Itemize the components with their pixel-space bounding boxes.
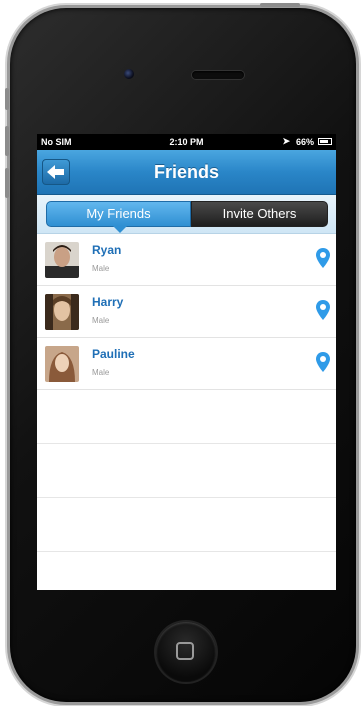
avatar bbox=[45, 294, 79, 330]
location-pin-icon[interactable] bbox=[316, 248, 330, 268]
friend-name: Pauline bbox=[92, 347, 135, 361]
navigation-bar: Friends bbox=[37, 150, 336, 195]
volume-down-button bbox=[5, 168, 9, 198]
list-item[interactable]: Pauline Male bbox=[37, 338, 336, 390]
list-item[interactable]: Harry Male bbox=[37, 286, 336, 338]
avatar bbox=[45, 346, 79, 382]
location-pin-icon[interactable] bbox=[316, 352, 330, 372]
front-camera bbox=[124, 69, 134, 79]
friend-name: Harry bbox=[92, 295, 124, 309]
home-square-icon bbox=[176, 642, 194, 660]
battery-icon bbox=[318, 138, 332, 145]
friend-gender: Male bbox=[92, 368, 110, 377]
status-bar: No SIM 2:10 PM ➤ 66% bbox=[37, 134, 336, 150]
empty-row bbox=[37, 390, 336, 444]
mute-switch bbox=[5, 88, 9, 110]
sleep-button bbox=[260, 3, 300, 7]
friends-list: Ryan Male Harry Male Pauline Male bbox=[37, 234, 336, 552]
screen: No SIM 2:10 PM ➤ 66% Friends My Friends … bbox=[37, 134, 336, 590]
list-item[interactable]: Ryan Male bbox=[37, 234, 336, 286]
avatar bbox=[45, 242, 79, 278]
home-button[interactable] bbox=[156, 622, 216, 682]
page-title: Friends bbox=[153, 162, 219, 182]
friend-gender: Male bbox=[92, 264, 110, 273]
empty-row bbox=[37, 498, 336, 552]
tab-invite-others[interactable]: Invite Others bbox=[191, 201, 328, 227]
volume-up-button bbox=[5, 126, 9, 156]
segmented-control: My Friends Invite Others bbox=[37, 195, 336, 234]
location-pin-icon[interactable] bbox=[316, 300, 330, 320]
empty-row bbox=[37, 444, 336, 498]
earpiece-speaker bbox=[192, 71, 244, 79]
location-arrow-icon: ➤ bbox=[282, 136, 290, 146]
friend-name: Ryan bbox=[92, 243, 122, 257]
friend-gender: Male bbox=[92, 316, 110, 325]
status-time: 2:10 PM bbox=[169, 137, 204, 147]
tab-my-friends[interactable]: My Friends bbox=[46, 201, 191, 233]
battery-percent: 66% bbox=[295, 137, 314, 147]
